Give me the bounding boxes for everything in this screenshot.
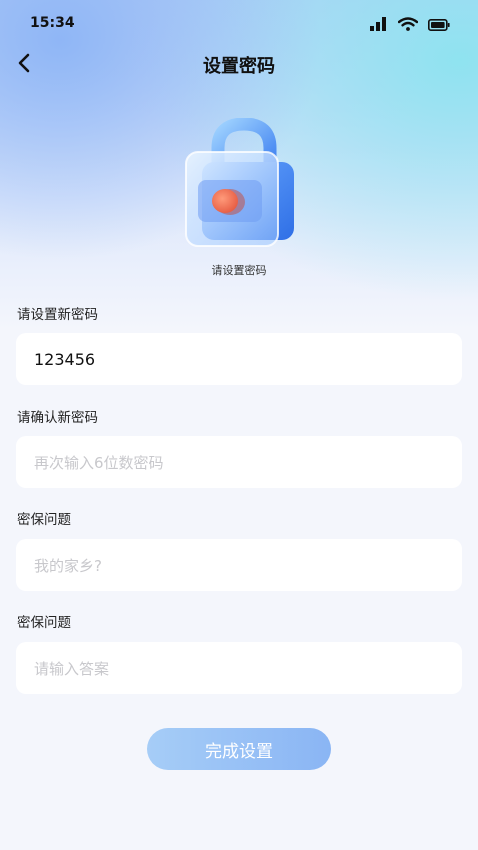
- confirm-password-placeholder: 再次输入6位数密码: [34, 453, 164, 472]
- signal-icon: [370, 17, 386, 31]
- wifi-icon: [398, 17, 418, 31]
- status-time: 15:34: [30, 15, 75, 31]
- nav-bar: 设置密码: [0, 42, 478, 86]
- confirm-password-field[interactable]: 再次输入6位数密码: [16, 436, 462, 488]
- confirm-password-label: 请确认新密码: [17, 410, 98, 426]
- lock-icon: [176, 117, 302, 252]
- security-question-placeholder: 我的家乡?: [34, 556, 102, 575]
- status-bar: 15:34: [0, 0, 478, 48]
- new-password-field[interactable]: 123456: [16, 333, 462, 385]
- complete-setup-button[interactable]: 完成设置: [147, 728, 331, 770]
- security-answer-label: 密保问题: [17, 615, 71, 631]
- security-answer-placeholder: 请输入答案: [34, 659, 110, 678]
- new-password-value: 123456: [34, 349, 96, 369]
- page-title: 设置密码: [203, 56, 275, 77]
- status-icons: [370, 17, 450, 31]
- security-question-field[interactable]: 我的家乡?: [16, 539, 462, 591]
- security-question-label: 密保问题: [17, 512, 71, 528]
- battery-icon: [428, 19, 450, 31]
- new-password-label: 请设置新密码: [17, 307, 98, 323]
- lock-caption: 请设置密码: [211, 264, 267, 277]
- security-answer-field[interactable]: 请输入答案: [16, 642, 462, 694]
